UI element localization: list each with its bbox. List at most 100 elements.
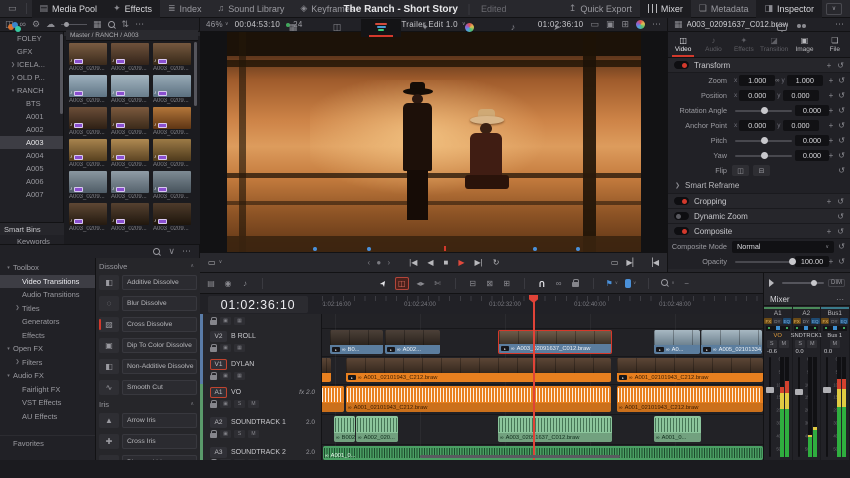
loop-button[interactable]: ↻ — [493, 258, 500, 267]
dim-button[interactable]: DIM — [828, 279, 845, 287]
timeline-clip[interactable]: ▸∞A005_02101334_... — [701, 330, 762, 354]
tab-audio[interactable]: ♪ Audio — [698, 32, 728, 57]
monitor-volume-slider[interactable] — [782, 280, 824, 286]
media-clip-thumbnail[interactable]: ♪ A003_0209... — [153, 139, 193, 168]
topbar-quick-export-button[interactable]: ↥ Quick Export — [561, 0, 640, 18]
add-keyframe-icon[interactable]: + — [829, 121, 834, 130]
reset-icon[interactable]: ↺ — [837, 197, 844, 206]
flip-vertical-button[interactable]: ⊟ — [753, 165, 770, 176]
add-keyframe-icon[interactable]: + — [829, 151, 834, 160]
reset-icon[interactable]: ↺ — [838, 106, 845, 115]
effects-tree-audio-transitions[interactable]: Audio Transitions — [0, 288, 95, 302]
position-lock-button[interactable] — [571, 277, 581, 290]
marker-button[interactable]: ∨ — [625, 277, 636, 290]
page-media[interactable]: ▦ — [273, 19, 313, 37]
viewer-marker-strip[interactable] — [200, 246, 667, 251]
bin-item-oldp[interactable]: ❯ OLD P... — [0, 71, 63, 84]
media-clip-thumbnail[interactable]: ♪ A003_0209... — [69, 75, 109, 104]
section-toggle[interactable] — [674, 197, 689, 205]
media-clip-thumbnail[interactable]: ♪ A003_0209... — [153, 75, 193, 104]
add-keyframe-icon[interactable]: + — [827, 61, 832, 70]
media-clip-thumbnail[interactable]: ♪ A003_0209... — [111, 43, 151, 72]
media-clip-thumbnail[interactable]: ♪ A003_0209... — [111, 139, 151, 168]
fx-chip[interactable]: FX — [792, 318, 801, 324]
bin-item-a002[interactable]: A002 — [0, 123, 63, 136]
clip-marker-blue[interactable] — [533, 247, 537, 251]
viewer-mode-icon[interactable]: ▭ — [208, 258, 216, 267]
transition-item[interactable]: ◌ Blur Dissolve — [99, 293, 197, 314]
replace-clip-button[interactable]: ⊞ — [502, 277, 512, 290]
solo-button[interactable]: S — [234, 459, 245, 460]
bin-item-ranch[interactable]: ▾ RANCH — [0, 84, 63, 97]
thumbnail-view-button[interactable]: ▦ — [234, 344, 245, 352]
media-clip-thumbnail[interactable]: ♪ A003_0209... — [69, 139, 109, 168]
section-toggle[interactable] — [674, 227, 689, 235]
tab-image[interactable]: ▣ Image — [789, 32, 819, 57]
section-smart-reframe[interactable]: ❯ Smart Reframe — [668, 178, 850, 194]
auto-select-button[interactable]: ▣ — [220, 400, 231, 408]
reset-icon[interactable]: ↺ — [837, 227, 844, 236]
media-clip-thumbnail[interactable]: ♪ A003_0209... — [111, 75, 151, 104]
effects-tree-video-transitions[interactable]: Video Transitions — [0, 274, 95, 288]
transition-group-header[interactable]: Dissolve ∧ — [99, 260, 197, 272]
page-cut[interactable]: ◫ — [317, 19, 357, 37]
y-value-input[interactable]: 1.000 — [786, 75, 823, 86]
eq-chip[interactable]: EQ — [782, 318, 792, 324]
bin-item-a006[interactable]: A006 — [0, 175, 63, 188]
reset-icon[interactable]: ↺ — [838, 136, 845, 145]
tab-video[interactable]: ◫ Video — [668, 32, 698, 57]
media-clip-thumbnail[interactable]: ♪ A003_0209... — [153, 107, 193, 136]
timeline-clip[interactable]: ▸ ∞ A002... — [385, 330, 440, 354]
dy-chip[interactable]: DY — [830, 318, 839, 324]
mute-button[interactable]: M — [248, 400, 259, 408]
media-clip-thumbnail[interactable]: ♪ A003_0209... — [69, 43, 109, 72]
zoom-out-button[interactable]: − — [682, 277, 692, 290]
timeline-zoom-button[interactable]: ∨ — [661, 277, 675, 290]
transition-item[interactable]: ▨ Cross Dissolve — [99, 314, 197, 335]
effects-tree-generators[interactable]: Generators — [0, 315, 95, 329]
add-keyframe-icon[interactable]: + — [829, 91, 834, 100]
goto-in-button[interactable]: ▶▏ — [626, 258, 638, 267]
fx-chip[interactable]: FX — [764, 318, 773, 324]
match-frame-button[interactable]: ▭ — [611, 258, 619, 267]
transition-item[interactable]: ▣ Dip To Color Dissolve — [99, 335, 197, 356]
search-icon[interactable] — [153, 247, 161, 256]
value-input[interactable]: 0.000 — [795, 105, 829, 116]
media-clip-thumbnail[interactable]: ♪ A003_0209... — [111, 171, 151, 200]
media-clip-thumbnail[interactable]: ♪ A003_0209... — [69, 203, 109, 232]
mute-button[interactable]: M — [829, 340, 840, 348]
add-keyframe-icon[interactable]: + — [829, 106, 834, 115]
transition-group-header[interactable]: Iris ∧ — [99, 398, 197, 410]
flag-button[interactable]: ⚑ ∨ — [606, 277, 618, 290]
insert-clip-button[interactable]: ⊟ — [468, 277, 478, 290]
more-options-icon[interactable]: ⋯ — [182, 247, 191, 256]
add-keyframe-icon[interactable]: + — [827, 227, 832, 236]
dynamic-trim-button[interactable]: ◂▸ — [416, 277, 426, 290]
auto-select-button[interactable]: ▣ — [220, 430, 231, 438]
transition-item[interactable]: ✚ Cross Iris — [99, 431, 197, 452]
speaker-icon[interactable] — [769, 279, 778, 287]
search-icon[interactable] — [107, 20, 116, 29]
bin-item-foley[interactable]: FOLEY — [0, 32, 63, 45]
bin-scrollbar[interactable] — [60, 34, 63, 114]
layout-preset-dropdown[interactable]: ∨ — [826, 2, 842, 15]
topbar-effects-button[interactable]: ✦ Effects — [105, 0, 160, 18]
track-v1-destination-button[interactable]: V1 — [210, 359, 227, 370]
effects-tree-vst-effects[interactable]: VST Effects — [0, 396, 95, 410]
pan-control[interactable] — [794, 326, 819, 331]
timeline-clip[interactable]: ∞ A002_020... — [356, 416, 398, 442]
timeline-view-options-button[interactable]: ▤ — [206, 277, 216, 290]
first-frame-button[interactable]: |◀ — [409, 258, 417, 267]
reset-icon[interactable]: ↺ — [837, 61, 844, 70]
transform-overlay-icon[interactable]: ⊞ — [621, 20, 629, 29]
solo-button[interactable]: S — [234, 400, 245, 408]
effects-tree-titles[interactable]: ❯ Titles — [0, 302, 95, 316]
workspace-icon[interactable]: ▭ — [8, 4, 17, 13]
y-value-input[interactable]: 0.000 — [782, 120, 819, 131]
jog-control[interactable]: ‹ ● › — [368, 258, 393, 267]
eq-chip[interactable]: EQ — [811, 318, 820, 324]
bin-item-a005[interactable]: A005 — [0, 162, 63, 175]
media-clip-thumbnail[interactable]: ♪ A003_0209... — [153, 203, 193, 232]
page-fairlight[interactable]: ♪ — [493, 19, 533, 37]
track-lock-icon[interactable] — [210, 344, 217, 352]
